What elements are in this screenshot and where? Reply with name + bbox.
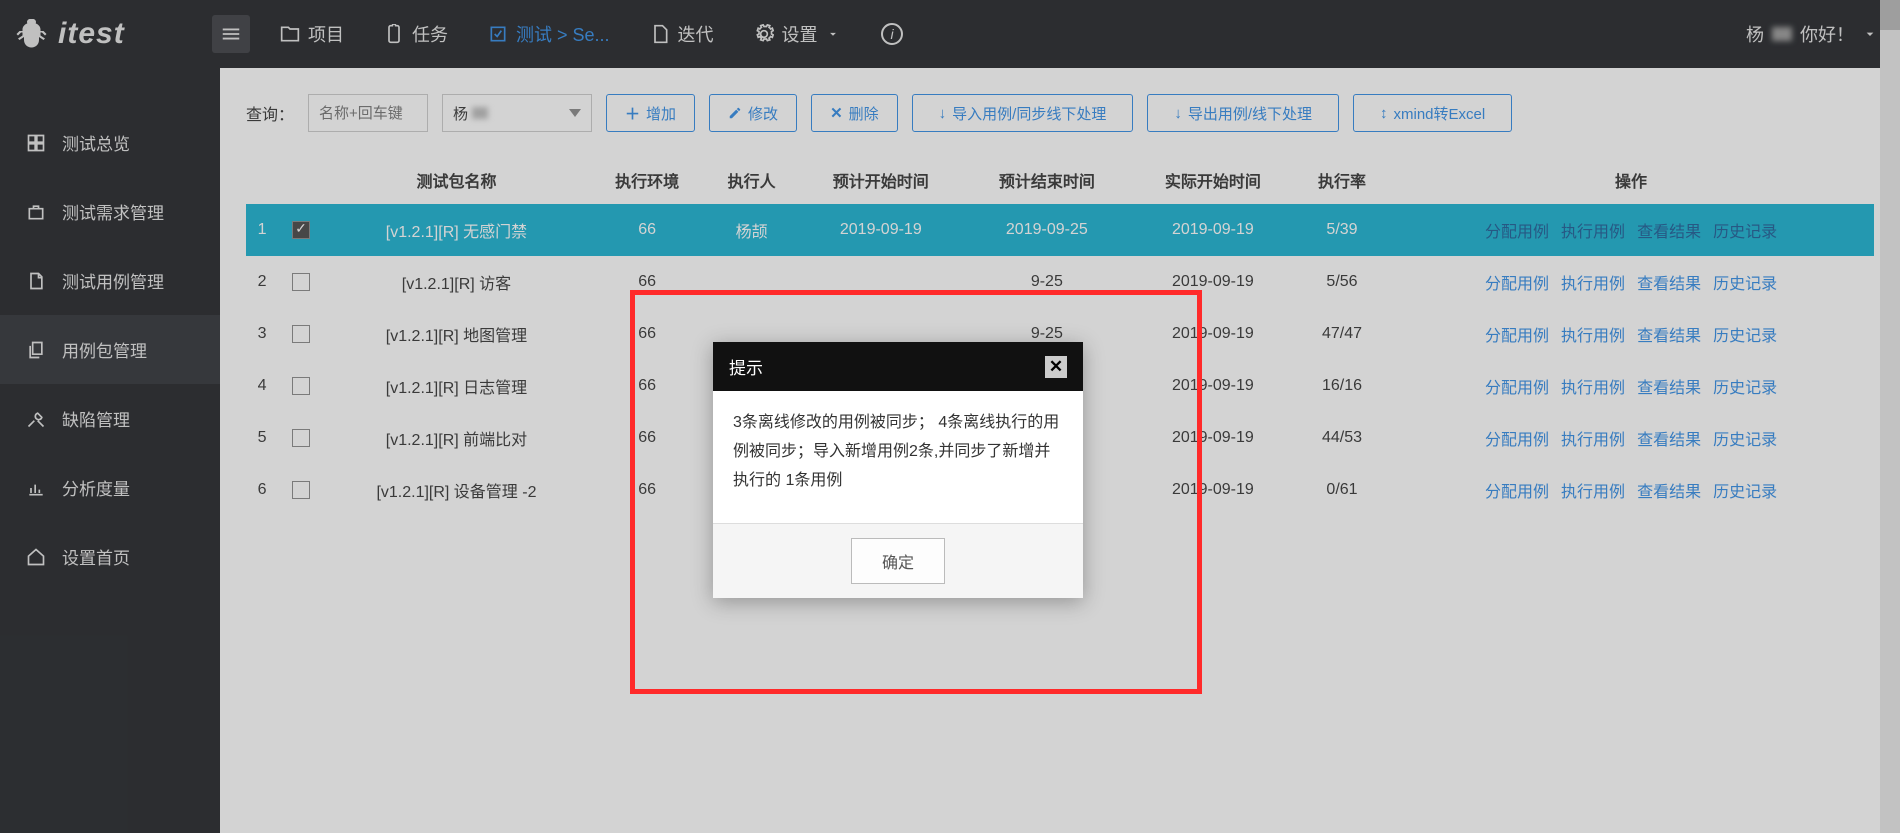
dialog-body: 3条离线修改的用例被同步； 4条离线执行的用例被同步；导入新增用例2条,并同步了… bbox=[713, 391, 1083, 523]
dialog-close-button[interactable]: ✕ bbox=[1045, 356, 1067, 378]
dialog-header: 提示 ✕ bbox=[713, 342, 1083, 391]
dialog: 提示 ✕ 3条离线修改的用例被同步； 4条离线执行的用例被同步；导入新增用例2条… bbox=[713, 342, 1083, 598]
dialog-ok-button[interactable]: 确定 bbox=[851, 538, 945, 584]
dialog-title: 提示 bbox=[729, 354, 763, 379]
dialog-footer: 确定 bbox=[713, 523, 1083, 598]
